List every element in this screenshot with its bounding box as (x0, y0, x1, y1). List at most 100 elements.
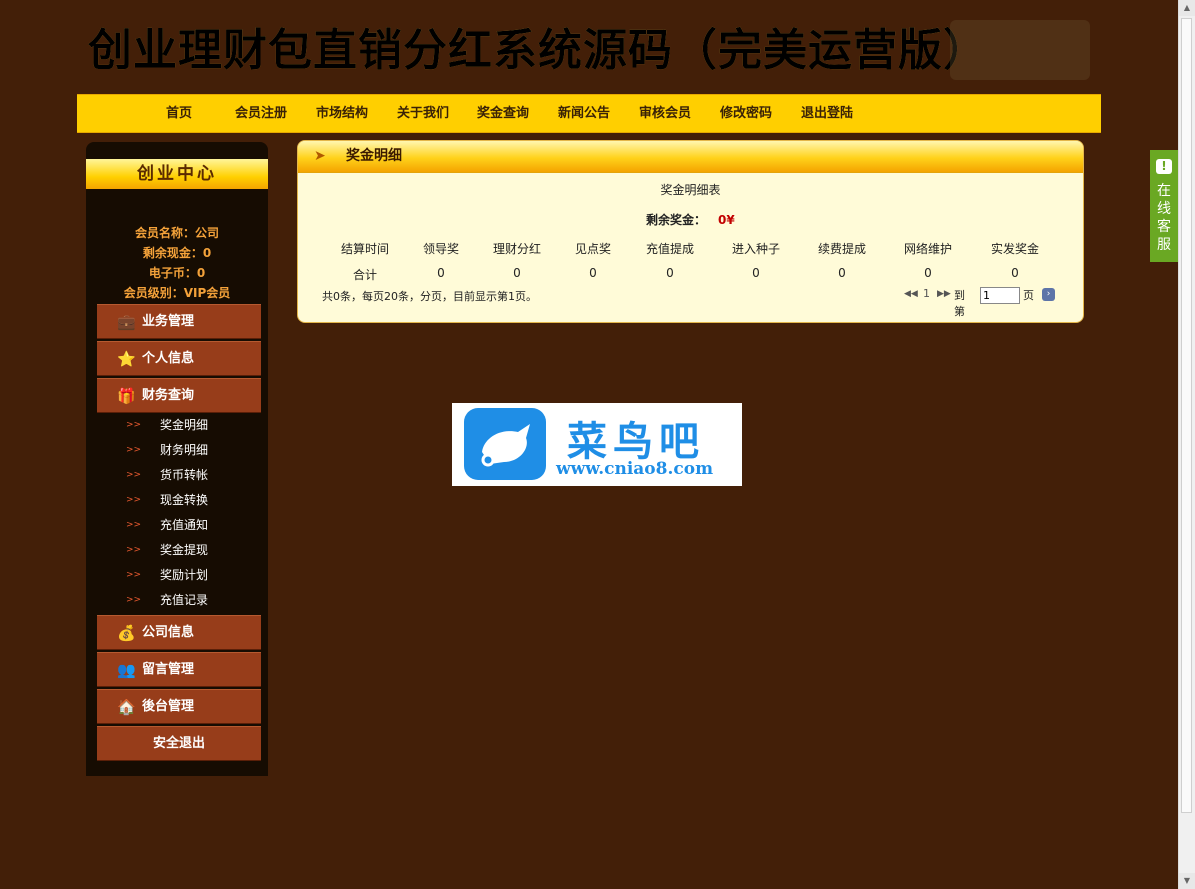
goto-label: 到第 (954, 289, 965, 318)
sub-finance-detail[interactable]: >> 财务明细 (126, 440, 256, 460)
double-arrow-icon: >> (126, 420, 142, 430)
people-icon: 👥 (117, 661, 136, 679)
member-ecoin: 电子币：0 (148, 266, 206, 280)
banner-logo-ghost (950, 20, 1090, 80)
house-icon: 🏠 (117, 698, 136, 716)
next-page-icon[interactable]: ▶▶ (937, 289, 951, 299)
member-name: 会员名称：公司 (134, 226, 219, 240)
sub-recharge-notice[interactable]: >> 充值通知 (126, 515, 256, 535)
arrow-icon: ➤ (314, 148, 326, 164)
member-cash: 剩余现金：0 (142, 246, 212, 260)
prev-page-icon[interactable]: ◀◀ (904, 289, 918, 299)
double-arrow-icon: >> (126, 495, 142, 505)
nav-change-password[interactable]: 修改密码 (720, 95, 772, 132)
menu-messages[interactable]: 👥 留言管理 (97, 652, 261, 687)
site-banner: 创业理财包直销分红系统源码（完美运营版） (80, 10, 1100, 85)
member-level: 会员级别：VIP会员 (123, 286, 231, 300)
table-cell: 0 (752, 266, 760, 280)
table-cell: 0 (838, 266, 846, 280)
menu-personal[interactable]: ⭐ 个人信息 (97, 341, 261, 376)
page-number[interactable]: 1 (923, 287, 930, 300)
col-net-bonus: 实发奖金 (990, 242, 1039, 256)
vertical-scrollbar[interactable]: ▲ ▼ (1178, 0, 1195, 889)
chat-bubble-icon: ! (1156, 159, 1172, 174)
banner-title: 创业理财包直销分红系统源码（完美运营版） (88, 14, 988, 78)
menu-business[interactable]: 💼 业务管理 (97, 304, 261, 339)
panel-header: ➤ 奖金明细 (298, 141, 1083, 173)
star-icon: ⭐ (117, 350, 136, 368)
go-page-button[interactable]: › (1042, 288, 1055, 301)
menu-business-label: 业务管理 (142, 314, 195, 329)
table-cell: 0 (666, 266, 674, 280)
nav-home[interactable]: 首页 (166, 95, 192, 132)
gift-icon: 🎁 (117, 387, 136, 405)
menu-company[interactable]: 💰 公司信息 (97, 615, 261, 650)
menu-backend-label: 後台管理 (142, 699, 195, 714)
col-network-maintenance: 网络维护 (903, 242, 952, 256)
panel-title: 奖金明细 (346, 148, 402, 164)
menu-company-label: 公司信息 (142, 625, 195, 640)
scroll-down-icon[interactable]: ▼ (1179, 873, 1195, 889)
sub-label: 奖励计划 (160, 568, 209, 582)
pager-summary: 共0条，每页20条，分页，目前显示第1页。 (322, 290, 537, 303)
sidebar: 创业中心 会员名称：公司 剩余现金：0 电子币：0 会员级别：VIP会员 💼 业… (86, 142, 268, 776)
double-arrow-icon: >> (126, 570, 142, 580)
nav-news[interactable]: 新闻公告 (558, 95, 610, 132)
menu-finance[interactable]: 🎁 财务查询 (97, 378, 261, 413)
sub-label: 奖金明细 (160, 418, 209, 432)
nav-market-structure[interactable]: 市场结构 (316, 95, 368, 132)
watermark-logo: 菜鸟吧 www.cniao8.com (452, 403, 742, 486)
sub-label: 现金转换 (160, 493, 209, 507)
sub-currency-transfer[interactable]: >> 货币转帐 (126, 465, 256, 485)
bird-icon (464, 408, 546, 480)
bonus-detail-panel: ➤ 奖金明细 奖金明细表 剩余奖金： 0¥ 结算时间 领导奖 理财分红 见点奖 充… (297, 140, 1084, 323)
table-cell: 0 (1011, 266, 1019, 280)
menu-messages-label: 留言管理 (142, 662, 195, 677)
table-cell: 0 (924, 266, 932, 280)
gold-bars-icon: 💰 (117, 624, 136, 642)
col-seed-entry: 进入种子 (731, 242, 780, 256)
online-service-tab[interactable]: ! 在线客服 (1150, 150, 1178, 262)
sub-reward-plan[interactable]: >> 奖励计划 (126, 565, 256, 585)
sub-bonus-detail[interactable]: >> 奖金明细 (126, 415, 256, 435)
sub-bonus-withdraw[interactable]: >> 奖金提现 (126, 540, 256, 560)
nav-logout[interactable]: 退出登陆 (801, 95, 853, 132)
sub-recharge-records[interactable]: >> 充值记录 (126, 590, 256, 610)
watermark-url: www.cniao8.com (556, 459, 714, 479)
double-arrow-icon: >> (126, 595, 142, 605)
sub-label: 财务明细 (160, 443, 209, 457)
nav-register[interactable]: 会员注册 (235, 95, 287, 132)
briefcase-icon: 💼 (117, 313, 136, 331)
double-arrow-icon: >> (126, 445, 142, 455)
top-nav: 首页 会员注册 市场结构 关于我们 奖金查询 新闻公告 审核会员 修改密码 退出… (77, 94, 1101, 133)
menu-finance-label: 财务查询 (142, 388, 195, 403)
col-renewal-commission: 续费提成 (817, 242, 866, 256)
sidebar-heading: 创业中心 (86, 159, 268, 189)
col-recharge-commission: 充值提成 (645, 242, 694, 256)
logout-button[interactable]: 安全退出 (97, 726, 261, 761)
nav-bonus-query[interactable]: 奖金查询 (477, 95, 529, 132)
sub-label: 货币转帐 (160, 468, 209, 482)
menu-backend[interactable]: 🏠 後台管理 (97, 689, 261, 724)
double-arrow-icon: >> (126, 520, 142, 530)
remaining-bonus: 剩余奖金： 0¥ (646, 211, 735, 228)
page-input[interactable] (980, 287, 1020, 304)
double-arrow-icon: >> (126, 545, 142, 555)
sub-label: 充值记录 (160, 593, 209, 607)
page-unit: 页 (1023, 289, 1034, 302)
nav-review-members[interactable]: 审核会员 (639, 95, 691, 132)
sub-cash-convert[interactable]: >> 现金转换 (126, 490, 256, 510)
scroll-up-icon[interactable]: ▲ (1179, 0, 1195, 16)
logout-label: 安全退出 (152, 736, 205, 751)
sidebar-heading-text: 创业中心 (137, 164, 217, 184)
table-title: 奖金明细表 (660, 183, 721, 197)
remaining-bonus-label: 剩余奖金： (646, 213, 707, 227)
sub-label: 奖金提现 (160, 543, 209, 557)
nav-about[interactable]: 关于我们 (397, 95, 449, 132)
menu-personal-label: 个人信息 (142, 351, 195, 366)
double-arrow-icon: >> (126, 470, 142, 480)
sub-label: 充值通知 (160, 518, 209, 532)
online-service-label: 在线客服 (1157, 183, 1171, 253)
remaining-bonus-value: 0¥ (718, 213, 735, 227)
scroll-thumb[interactable] (1181, 18, 1192, 813)
